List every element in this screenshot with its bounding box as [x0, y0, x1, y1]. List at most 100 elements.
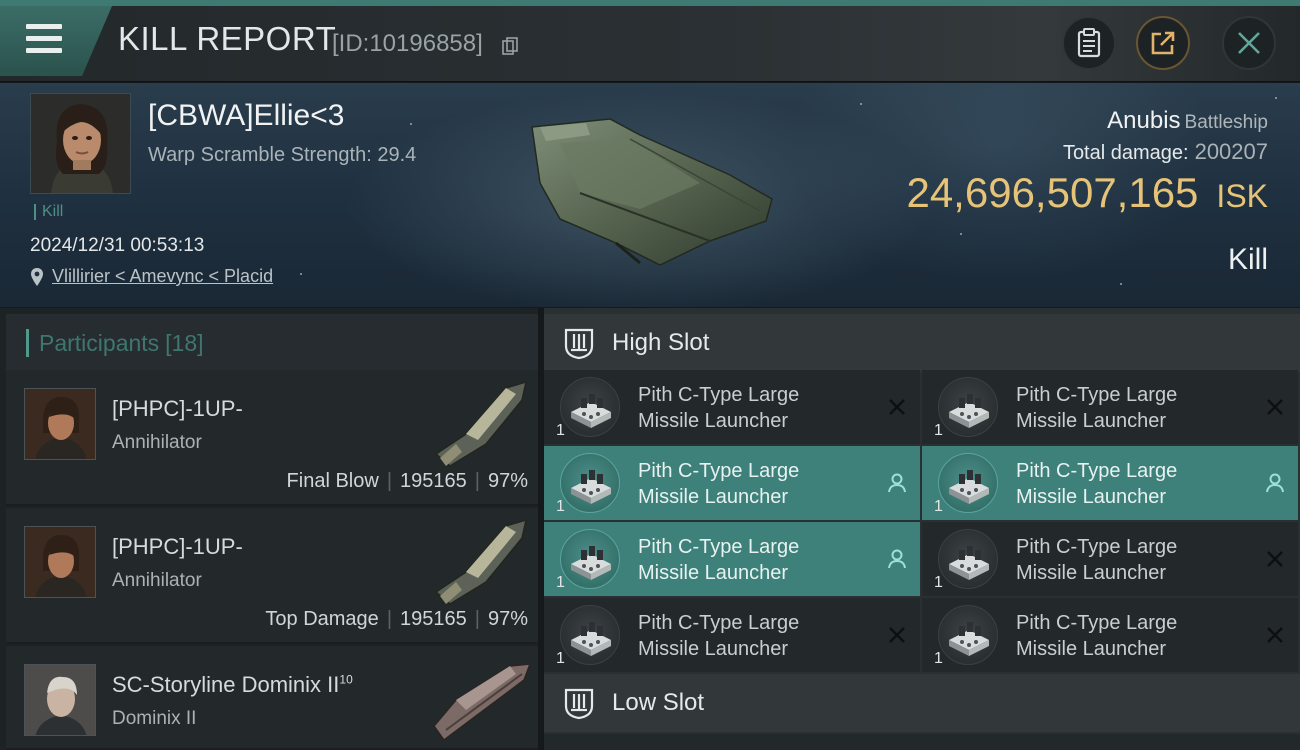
participant-ship-image	[434, 380, 528, 467]
module-name-line1: Pith C-Type Large	[638, 460, 800, 482]
missile-launcher-icon	[560, 605, 620, 665]
participant-role: Top Damage	[265, 608, 379, 630]
module-slot[interactable]: 1 Pith C-Type Large Missile Launcher	[544, 370, 920, 444]
participant-avatar[interactable]	[24, 526, 96, 598]
clipboard-button[interactable]	[1062, 16, 1116, 70]
participant-damage: 195165	[400, 608, 467, 630]
module-name: Pith C-Type Large Missile Launcher	[638, 610, 878, 662]
low-slot-row-peek	[544, 734, 1300, 750]
participant-avatar[interactable]	[24, 664, 96, 736]
copy-icon[interactable]	[502, 37, 518, 55]
module-quantity: 1	[556, 422, 565, 439]
menu-icon[interactable]	[26, 24, 62, 54]
module-quantity: 1	[556, 498, 565, 515]
participant-stats: Top Damage | 195165 | 97%	[265, 608, 528, 630]
destroyed-x-icon	[889, 627, 905, 643]
participant-ship: Dominix II	[112, 708, 197, 729]
kill-datetime: 2024/12/31 00:53:13	[30, 235, 205, 256]
victim-name[interactable]: [CBWA]Ellie<3	[148, 99, 344, 133]
header-bar: KILL REPORT [ID:10196858]	[0, 6, 1300, 82]
missile-launcher-icon	[560, 377, 620, 437]
victim-ship-image	[531, 118, 773, 266]
module-name-line2: Missile Launcher	[638, 638, 789, 660]
low-slot-label: Low Slot	[612, 689, 705, 716]
module-name-line2: Missile Launcher	[638, 562, 789, 584]
participant-avatar[interactable]	[24, 388, 96, 460]
module-name-line2: Missile Launcher	[1016, 486, 1167, 508]
clipboard-icon	[1077, 28, 1101, 58]
module-quantity: 1	[934, 650, 943, 667]
missile-launcher-icon	[938, 605, 998, 665]
participants-count: [18]	[165, 329, 204, 356]
module-slot[interactable]: 1 Pith C-Type Large Missile Launcher	[922, 446, 1298, 520]
participant-role: Final Blow	[286, 470, 379, 492]
participant-ship: Annihilator	[112, 570, 202, 591]
kill-result: Kill	[1227, 243, 1268, 276]
participants-header: Participants [18]	[6, 314, 538, 372]
low-slot-header: Low Slot	[544, 674, 1300, 732]
isk-unit: ISK	[1216, 178, 1268, 214]
module-name-line1: Pith C-Type Large	[1016, 460, 1178, 482]
ship-class: Battleship	[1184, 112, 1268, 133]
report-id: [ID:10196858]	[332, 30, 483, 57]
module-quantity: 1	[556, 650, 565, 667]
module-name-line1: Pith C-Type Large	[1016, 536, 1178, 558]
module-slot[interactable]: 1 Pith C-Type Large Missile Launcher	[922, 370, 1298, 444]
total-damage-value: 200207	[1194, 139, 1268, 164]
victim-ship: Anubis Battleship	[1107, 107, 1268, 135]
warp-scramble-strength: Warp Scramble Strength: 29.4	[148, 144, 417, 166]
close-button[interactable]	[1222, 16, 1276, 70]
module-name-line2: Missile Launcher	[1016, 562, 1167, 584]
destroyed-x-icon	[889, 399, 905, 415]
close-icon	[1238, 32, 1260, 54]
dropped-person-icon	[1266, 473, 1284, 493]
module-quantity: 1	[934, 498, 943, 515]
module-name-line1: Pith C-Type Large	[638, 612, 800, 634]
module-name-line2: Missile Launcher	[638, 410, 789, 432]
fitting-panel: High Slot 1 Pith C-Type Large Missile Laun…	[544, 308, 1300, 750]
participant-percent: 97%	[487, 608, 528, 630]
total-damage-label: Total damage:	[1062, 142, 1189, 164]
share-button[interactable]	[1136, 16, 1190, 70]
location-text: Vlillirier < Amevync < Placid	[52, 266, 274, 286]
participants-label: Participants	[39, 329, 160, 356]
participant-name: [PHPC]-1UP-	[112, 534, 243, 559]
participant-row[interactable]: SC-Storyline Dominix II10 Dominix II	[6, 646, 538, 750]
module-slot[interactable]: 1 Pith C-Type Large Missile Launcher	[922, 522, 1298, 596]
participant-name: [PHPC]-1UP-	[112, 396, 243, 421]
isk-value: 24,696,507,165 ISK	[906, 169, 1268, 217]
module-slot[interactable]: 1 Pith C-Type Large Missile Launcher	[922, 598, 1298, 672]
module-quantity: 1	[934, 574, 943, 591]
module-name: Pith C-Type Large Missile Launcher	[638, 382, 878, 434]
participant-name-superscript: 10	[339, 672, 353, 687]
module-name: Pith C-Type Large Missile Launcher	[1016, 382, 1256, 434]
destroyed-x-icon	[1267, 551, 1283, 567]
module-slot[interactable]: 1 Pith C-Type Large Missile Launcher	[544, 446, 920, 520]
module-name: Pith C-Type Large Missile Launcher	[1016, 610, 1256, 662]
low-slot-icon	[564, 688, 594, 720]
victim-banner: [CBWA]Ellie<3 Warp Scramble Strength: 29…	[0, 83, 1300, 307]
participant-name: SC-Storyline Dominix II10	[112, 672, 353, 698]
kill-type-tag: Kill	[34, 204, 63, 220]
page-title: KILL REPORT	[118, 20, 337, 57]
destroyed-x-icon	[1267, 399, 1283, 415]
missile-launcher-icon	[560, 529, 620, 589]
dropped-person-icon	[888, 549, 906, 569]
participant-ship-image	[433, 663, 532, 742]
location-link[interactable]: Vlillirier < Amevync < Placid	[30, 266, 273, 287]
ship-name: Anubis	[1107, 107, 1181, 134]
module-name-line2: Missile Launcher	[1016, 638, 1167, 660]
module-quantity: 1	[556, 574, 565, 591]
module-name-line1: Pith C-Type Large	[638, 536, 800, 558]
share-icon	[1151, 31, 1175, 55]
module-name-line1: Pith C-Type Large	[638, 384, 800, 406]
missile-launcher-icon	[938, 529, 998, 589]
victim-avatar[interactable]	[30, 93, 131, 194]
module-name: Pith C-Type Large Missile Launcher	[1016, 458, 1256, 510]
module-slot[interactable]: 1 Pith C-Type Large Missile Launcher	[544, 598, 920, 672]
participant-row[interactable]: [PHPC]-1UP- Annihilator Top Damage | 19516…	[6, 508, 538, 644]
isk-amount: 24,696,507,165	[906, 169, 1199, 216]
module-slot[interactable]: 1 Pith C-Type Large Missile Launcher	[544, 522, 920, 596]
high-slot-label: High Slot	[612, 329, 710, 356]
participant-row[interactable]: [PHPC]-1UP- Annihilator Final Blow | 19516…	[6, 370, 538, 506]
